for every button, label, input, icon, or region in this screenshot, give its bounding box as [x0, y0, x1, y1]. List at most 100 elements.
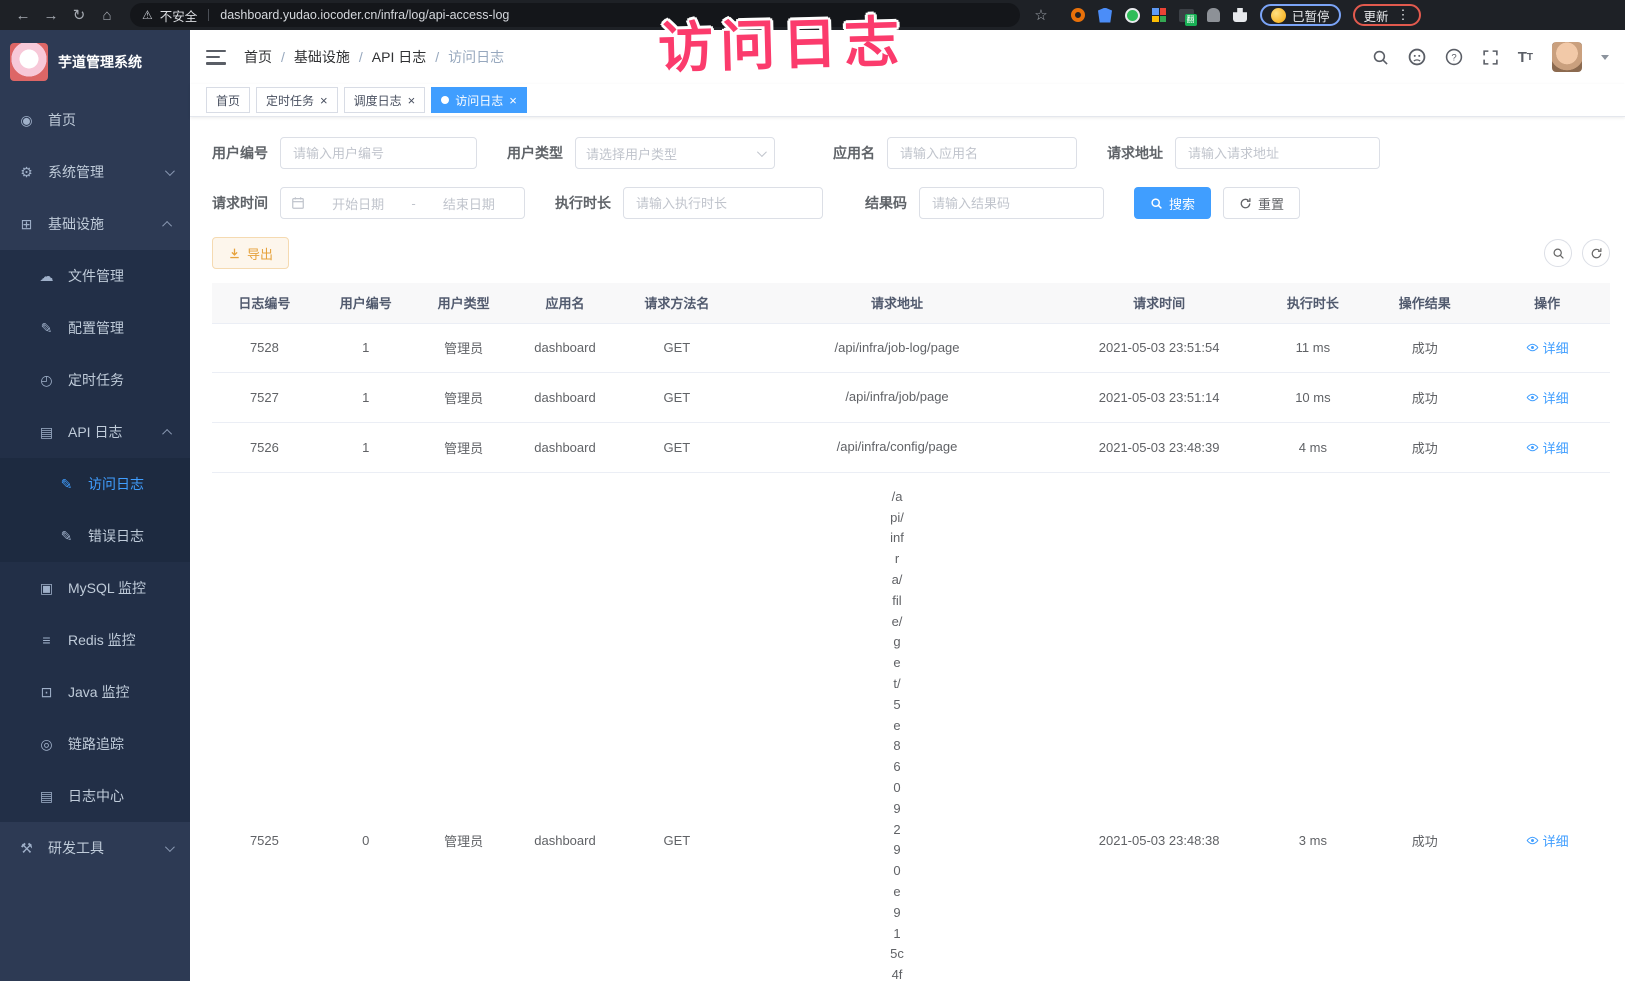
chevron-down-icon	[165, 842, 175, 852]
extension-icon-translate[interactable]: 翻	[1178, 7, 1194, 23]
extension-icon-grid[interactable]	[1151, 7, 1167, 23]
navbar-actions: ? TT	[1372, 42, 1609, 72]
extension-icon-ghost[interactable]	[1205, 7, 1221, 23]
filter-user-id: 用户编号	[212, 137, 477, 169]
access-log-table: 日志编号 用户编号 用户类型 应用名 请求方法名 请求地址 请求时间 执行时长 …	[212, 283, 1610, 981]
profile-paused-badge[interactable]: 已暂停	[1260, 4, 1341, 26]
clock-icon: ◴	[38, 372, 55, 389]
filter-row-2: 请求时间 开始日期 - 结束日期 执行时长 结果码	[212, 187, 1610, 219]
breadcrumb-api-log[interactable]: API 日志	[372, 47, 426, 67]
breadcrumb-home[interactable]: 首页	[244, 47, 272, 67]
reset-button[interactable]: 重置	[1223, 187, 1300, 219]
date-separator: -	[411, 196, 415, 211]
sidebar-item-file[interactable]: ☁ 文件管理	[0, 250, 190, 302]
close-icon[interactable]: ×	[509, 94, 517, 107]
github-icon[interactable]	[1408, 48, 1426, 66]
browser-update-button[interactable]: 更新 ⋮	[1353, 4, 1421, 26]
search-icon[interactable]	[1372, 49, 1389, 66]
top-navbar: 首页 / 基础设施 / API 日志 / 访问日志 ?	[190, 30, 1625, 84]
duration-input[interactable]	[623, 187, 823, 219]
filter-request-url: 请求地址	[1107, 137, 1380, 169]
table-header-row: 日志编号 用户编号 用户类型 应用名 请求方法名 请求地址 请求时间 执行时长 …	[212, 283, 1610, 323]
sidebar-item-api-log[interactable]: ▤ API 日志	[0, 406, 190, 458]
security-label[interactable]: 不安全	[160, 6, 198, 25]
logo-image	[10, 43, 48, 81]
close-icon[interactable]: ×	[408, 94, 416, 107]
close-icon[interactable]: ×	[320, 94, 328, 107]
table-row: 75261管理员dashboardGET/api/infra/config/pa…	[212, 423, 1610, 473]
sidebar-item-infra[interactable]: ⊞ 基础设施	[0, 198, 190, 250]
fullscreen-icon[interactable]	[1482, 49, 1499, 66]
avatar-caret-icon[interactable]	[1601, 55, 1609, 60]
calendar-icon	[291, 196, 305, 210]
address-bar[interactable]: ⚠ 不安全 dashboard.yudao.iocoder.cn/infra/l…	[130, 3, 1020, 27]
filter-user-type: 用户类型 请选择用户类型	[507, 137, 775, 169]
search-icon	[1150, 197, 1163, 210]
app-logo[interactable]: 芋道管理系统	[0, 30, 190, 94]
detail-link[interactable]: 详细	[1526, 831, 1569, 850]
table-row: 75250管理员dashboardGET/api/infra/file/get/…	[212, 472, 1610, 981]
detail-link[interactable]: 详细	[1526, 388, 1569, 407]
tab-access-log[interactable]: 访问日志 ×	[431, 87, 527, 113]
filter-request-time: 请求时间 开始日期 - 结束日期	[212, 187, 525, 219]
tab-job[interactable]: 定时任务 ×	[256, 87, 338, 113]
request-url-input[interactable]	[1175, 137, 1380, 169]
user-id-input[interactable]	[280, 137, 477, 169]
edit-icon: ✎	[38, 320, 55, 337]
chevron-down-icon	[757, 147, 767, 157]
filter-row-1: 用户编号 用户类型 请选择用户类型 应用名	[212, 137, 1610, 169]
extension-icon-green-circle[interactable]	[1124, 7, 1140, 23]
sidebar-item-error-log[interactable]: ✎ 错误日志	[0, 510, 190, 562]
eye-icon: ◎	[38, 736, 55, 753]
detail-link[interactable]: 详细	[1526, 338, 1569, 357]
sidebar-item-redis[interactable]: ≡ Redis 监控	[0, 614, 190, 666]
toggle-search-icon[interactable]	[1544, 239, 1572, 267]
chevron-up-icon	[162, 220, 172, 230]
eye-icon	[1526, 391, 1539, 404]
sidebar-item-system[interactable]: ⚙ 系统管理	[0, 146, 190, 198]
user-avatar[interactable]	[1552, 42, 1582, 72]
browser-chrome: ← → ↻ ⌂ ⚠ 不安全 dashboard.yudao.iocoder.cn…	[0, 0, 1625, 30]
breadcrumb-current: 访问日志	[448, 47, 504, 67]
sidebar-item-mysql[interactable]: ▣ MySQL 监控	[0, 562, 190, 614]
sidebar-item-java[interactable]: ⊡ Java 监控	[0, 666, 190, 718]
search-button[interactable]: 搜索	[1134, 187, 1211, 219]
extension-icon-shield[interactable]	[1097, 7, 1113, 23]
app-name-input[interactable]	[887, 137, 1077, 169]
font-size-icon[interactable]: TT	[1518, 49, 1533, 66]
sidebar-item-config[interactable]: ✎ 配置管理	[0, 302, 190, 354]
sidebar-item-log-center[interactable]: ▤ 日志中心	[0, 770, 190, 822]
refresh-table-icon[interactable]	[1582, 239, 1610, 267]
sidebar-item-trace[interactable]: ◎ 链路追踪	[0, 718, 190, 770]
browser-home-icon[interactable]: ⌂	[94, 3, 120, 27]
table-row: 75271管理员dashboardGET/api/infra/job/page2…	[212, 373, 1610, 423]
browser-forward-icon[interactable]: →	[38, 3, 64, 27]
extension-icon-donut[interactable]	[1070, 7, 1086, 23]
tab-home[interactable]: 首页	[206, 87, 250, 113]
sidebar-item-access-log[interactable]: ✎ 访问日志	[0, 458, 190, 510]
filter-duration: 执行时长	[555, 187, 823, 219]
breadcrumb-infra[interactable]: 基础设施	[294, 47, 350, 67]
browser-back-icon[interactable]: ←	[10, 3, 36, 27]
hamburger-icon[interactable]	[206, 50, 226, 65]
profile-avatar	[1271, 8, 1286, 23]
security-warning-icon: ⚠	[142, 8, 153, 22]
eye-icon	[1526, 441, 1539, 454]
sidebar-item-devtools[interactable]: ⚒ 研发工具	[0, 822, 190, 874]
detail-link[interactable]: 详细	[1526, 438, 1569, 457]
tab-job-log[interactable]: 调度日志 ×	[344, 87, 426, 113]
user-type-select[interactable]: 请选择用户类型	[575, 137, 775, 169]
help-icon[interactable]: ?	[1445, 48, 1463, 66]
sidebar-item-home[interactable]: ◉ 首页	[0, 94, 190, 146]
result-code-input[interactable]	[919, 187, 1104, 219]
browser-menu-icon[interactable]: ⋮	[1397, 7, 1410, 23]
browser-reload-icon[interactable]: ↻	[66, 3, 92, 27]
log-edit-icon: ✎	[58, 528, 75, 545]
extensions-puzzle-icon[interactable]	[1232, 7, 1248, 23]
download-icon	[228, 247, 241, 260]
page-url[interactable]: dashboard.yudao.iocoder.cn/infra/log/api…	[220, 8, 509, 22]
export-button[interactable]: 导出	[212, 237, 289, 269]
date-range-picker[interactable]: 开始日期 - 结束日期	[280, 187, 525, 219]
bookmark-star-icon[interactable]: ☆	[1028, 3, 1054, 27]
sidebar-item-job[interactable]: ◴ 定时任务	[0, 354, 190, 406]
